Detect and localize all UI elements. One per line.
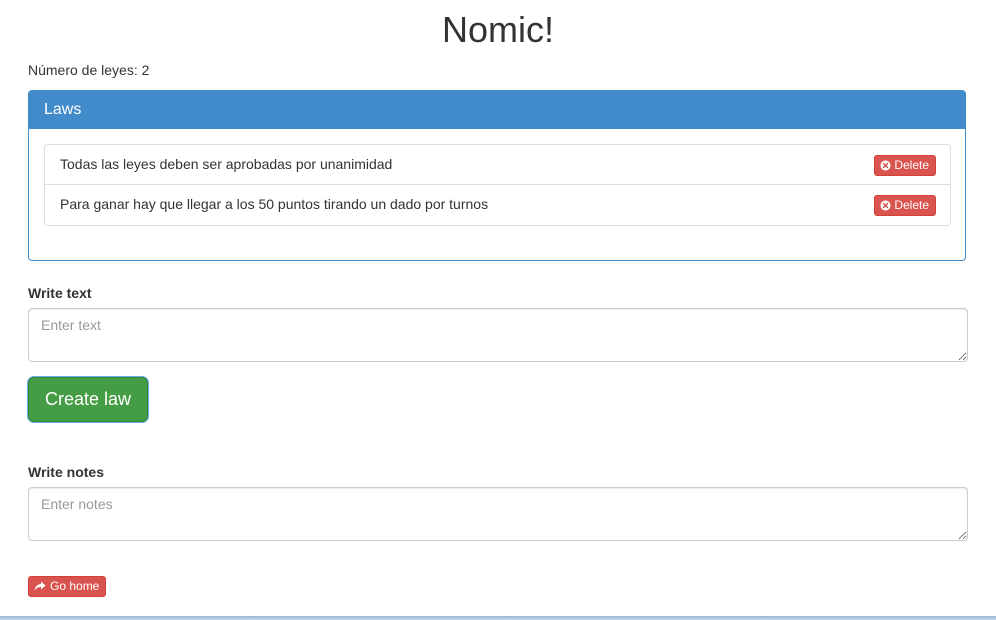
law-text-input[interactable] xyxy=(28,308,968,362)
share-arrow-icon xyxy=(34,581,46,591)
delete-law-button[interactable]: Delete xyxy=(874,195,936,216)
law-text-label: Write text xyxy=(28,285,92,301)
law-count: Número de leyes: 2 xyxy=(28,62,150,78)
notes-label: Write notes xyxy=(28,464,104,480)
law-item: Para ganar hay que llegar a los 50 punto… xyxy=(44,185,951,226)
go-home-button[interactable]: Go home xyxy=(28,576,107,597)
laws-list: Todas las leyes deben ser aprobadas por … xyxy=(44,144,951,226)
create-law-button[interactable]: Create law xyxy=(28,377,148,422)
delete-law-button[interactable]: Delete xyxy=(874,155,936,176)
remove-circle-icon xyxy=(880,200,891,211)
remove-circle-icon xyxy=(880,160,891,171)
law-text: Todas las leyes deben ser aprobadas por … xyxy=(60,156,393,172)
law-item: Todas las leyes deben ser aprobadas por … xyxy=(44,144,951,185)
page-title: Nomic! xyxy=(441,9,554,50)
go-home-label: Go home xyxy=(50,579,100,593)
laws-panel-heading: Laws xyxy=(29,91,965,129)
laws-panel: Laws Todas las leyes deben ser aprobadas… xyxy=(28,90,966,261)
notes-input[interactable] xyxy=(28,487,968,541)
delete-label: Delete xyxy=(894,158,929,172)
law-text: Para ganar hay que llegar a los 50 punto… xyxy=(60,196,489,212)
bottom-border xyxy=(0,616,996,620)
delete-label: Delete xyxy=(894,198,929,212)
page: Nomic! Número de leyes: 2 Laws Todas las… xyxy=(0,0,996,620)
